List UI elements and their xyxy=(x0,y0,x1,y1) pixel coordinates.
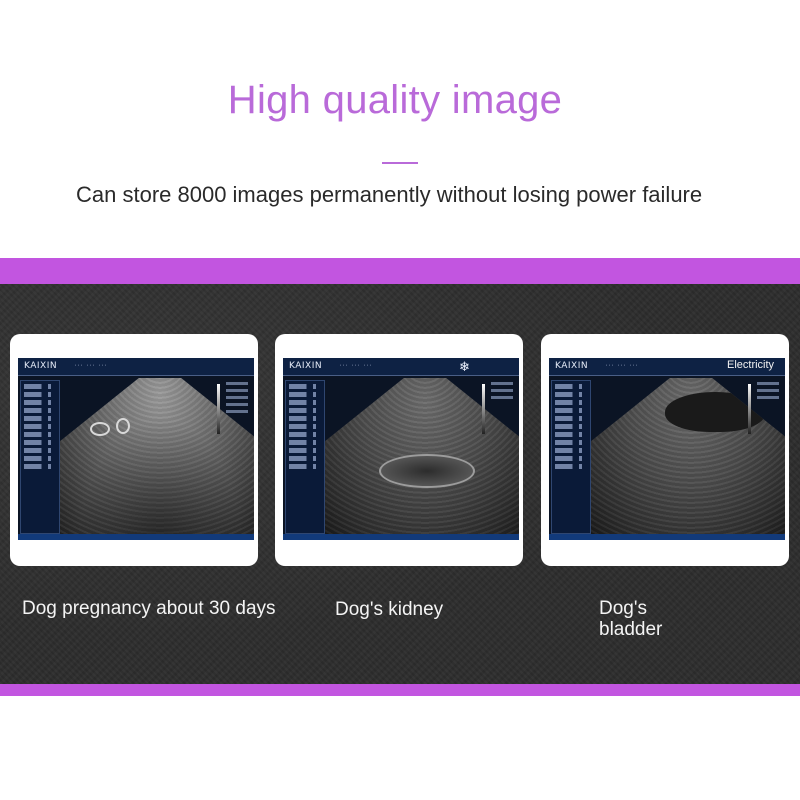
ultrasound-footer xyxy=(18,534,254,540)
image-card-bladder: KAIXIN ··· ··· ··· Electricity xyxy=(541,334,789,566)
fetal-sac-shape xyxy=(90,422,110,436)
brand-label: KAIXIN xyxy=(289,361,323,371)
snowflake-icon: ❄ xyxy=(459,359,470,374)
image-card-kidney: KAIXIN ··· ··· ··· ❄ xyxy=(275,334,523,566)
ultrasound-params xyxy=(757,382,779,403)
ultrasound-menu xyxy=(285,380,325,534)
brand-label: KAIXIN xyxy=(555,361,589,371)
caption-kidney: Dog's kidney xyxy=(335,599,444,620)
ultrasound-header: KAIXIN ··· ··· ··· Electricity xyxy=(549,358,785,376)
ultrasound-menu xyxy=(551,380,591,534)
brand-label: KAIXIN xyxy=(24,361,58,371)
ultrasound-header: KAIXIN ··· ··· ··· xyxy=(18,358,254,376)
title-divider xyxy=(382,162,418,164)
scan-date-glyphs: ··· ··· ··· xyxy=(339,363,373,369)
grayscale-bar xyxy=(217,384,220,434)
scan-date-glyphs: ··· ··· ··· xyxy=(74,363,108,369)
ultrasound-screen: KAIXIN ··· ··· ··· ❄ xyxy=(283,358,519,540)
ultrasound-params xyxy=(491,382,513,403)
ultrasound-footer xyxy=(549,534,785,540)
kidney-shape xyxy=(379,454,475,488)
accent-band-bottom xyxy=(0,684,800,696)
overlay-text: Electricity xyxy=(727,359,775,371)
ultrasound-params xyxy=(226,382,248,417)
ultrasound-footer xyxy=(283,534,519,540)
ultrasound-screen: KAIXIN ··· ··· ··· Electricity xyxy=(549,358,785,540)
caption-pregnancy: Dog pregnancy about 30 days xyxy=(22,598,276,619)
ultrasound-menu xyxy=(20,380,60,534)
grayscale-bar xyxy=(748,384,751,434)
ultrasound-scan-image xyxy=(585,378,785,540)
page-subtitle: Can store 8000 images permanently withou… xyxy=(76,182,703,207)
fetal-sac-shape xyxy=(116,418,130,434)
ultrasound-screen: KAIXIN ··· ··· ··· xyxy=(18,358,254,540)
ultrasound-scan-image xyxy=(54,378,254,540)
image-card-pregnancy: KAIXIN ··· ··· ··· xyxy=(10,334,258,566)
accent-band-top xyxy=(0,258,800,284)
ultrasound-header: KAIXIN ··· ··· ··· ❄ xyxy=(283,358,519,376)
page-title: High quality image xyxy=(227,78,563,122)
grayscale-bar xyxy=(482,384,485,434)
scan-date-glyphs: ··· ··· ··· xyxy=(605,363,639,369)
caption-bladder: Dog's bladder xyxy=(599,598,663,640)
ultrasound-scan-image xyxy=(319,378,519,540)
